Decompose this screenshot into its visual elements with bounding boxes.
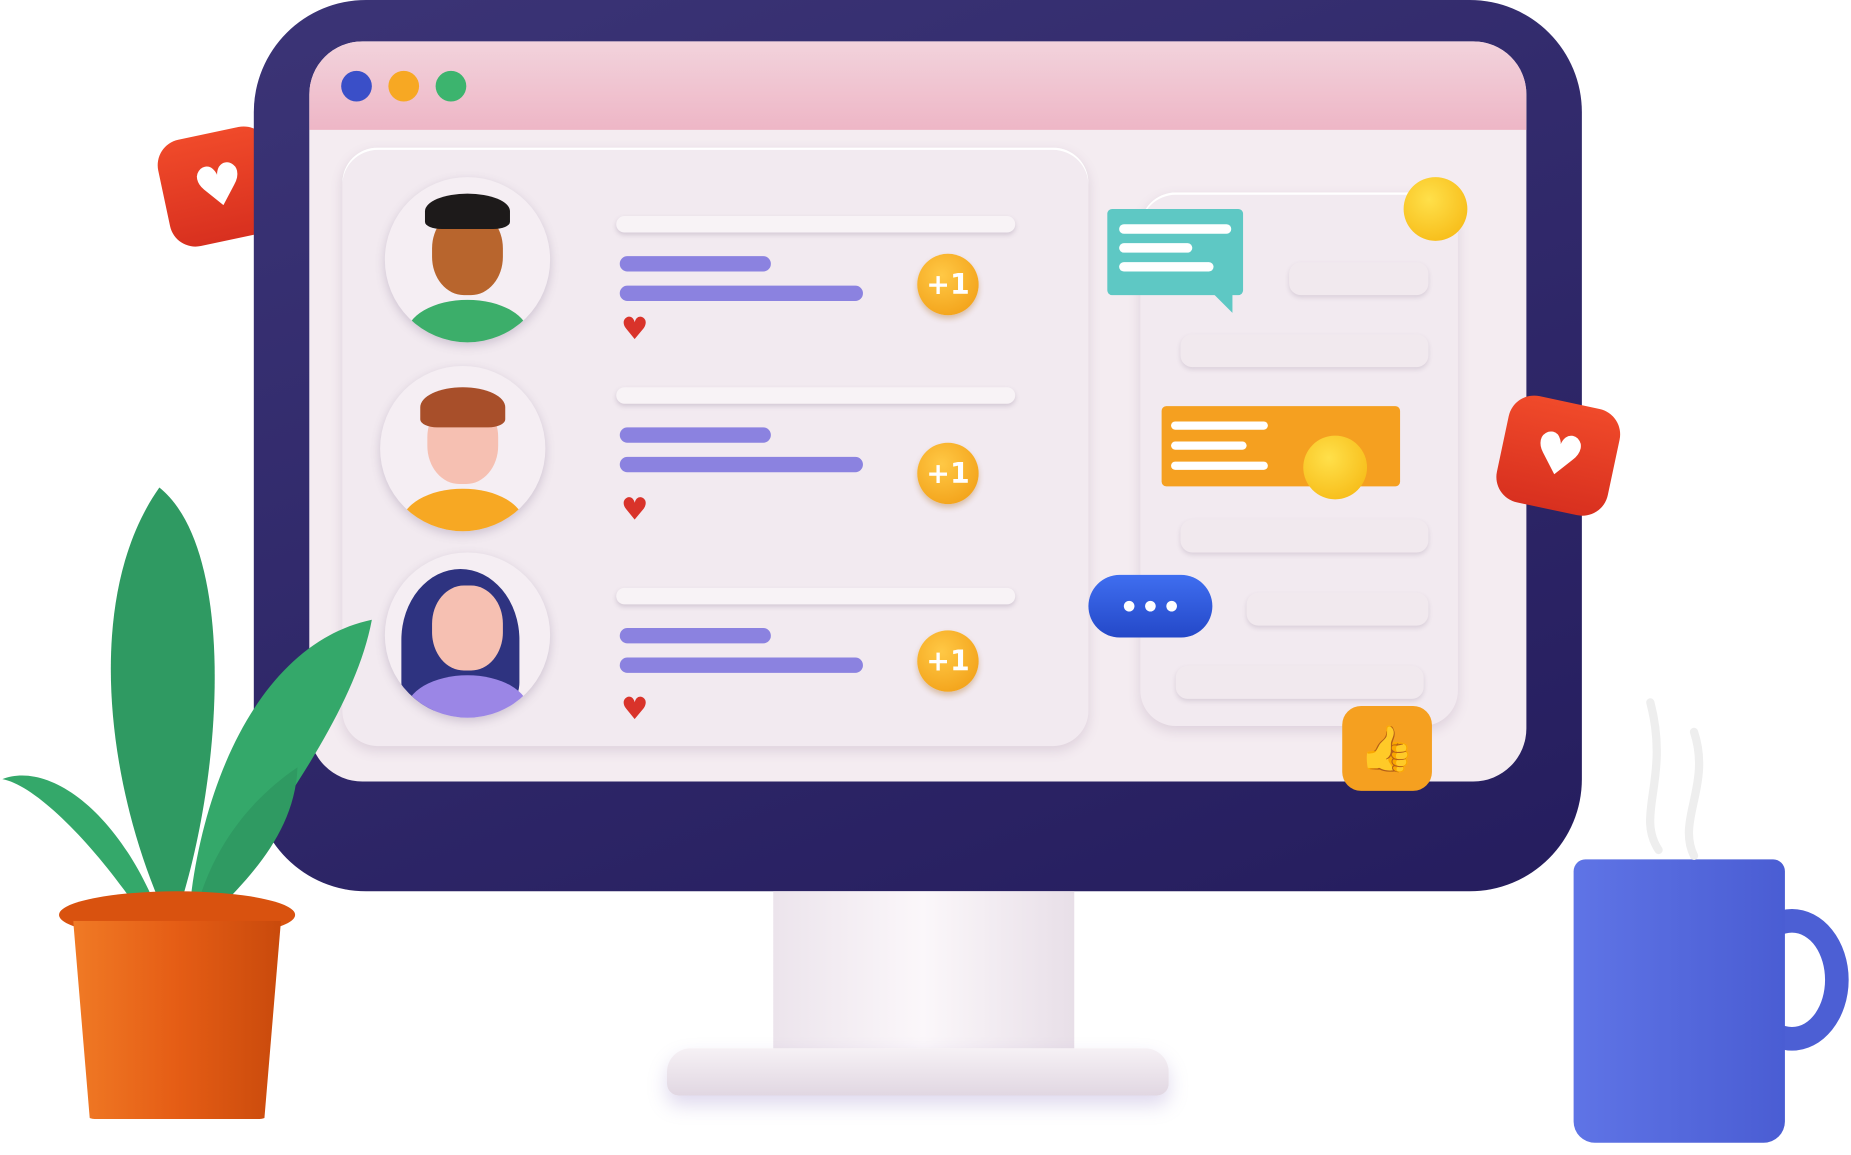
- plus-one-badge[interactable]: +1: [917, 253, 979, 316]
- plus-one-badge[interactable]: +1: [917, 630, 979, 692]
- text-placeholder: [619, 456, 863, 473]
- heart-icon[interactable]: ♥: [621, 694, 649, 725]
- avatar[interactable]: [384, 552, 551, 718]
- plant-leaves: [2, 487, 372, 915]
- avatar[interactable]: [380, 365, 546, 532]
- text-placeholder: [619, 256, 771, 272]
- window-dot-orange[interactable]: [388, 70, 420, 102]
- text-placeholder: [616, 587, 1016, 605]
- avatar[interactable]: [384, 177, 551, 343]
- chat-message-placeholder: [1180, 334, 1429, 368]
- text-placeholder: [619, 628, 771, 644]
- window-dot-blue[interactable]: [341, 70, 372, 102]
- title-bar: [309, 41, 1527, 130]
- text-placeholder: [619, 427, 771, 443]
- chat-message-placeholder: [1289, 262, 1429, 296]
- smile-emoji-icon: [1403, 177, 1468, 241]
- plant-pot: [73, 920, 281, 1120]
- teal-chat-bubble: [1107, 208, 1244, 313]
- typing-bubble: [1088, 574, 1213, 638]
- chat-message-placeholder: [1180, 519, 1429, 553]
- monitor-stand: [773, 891, 1075, 1057]
- text-placeholder: [616, 387, 1016, 404]
- chat-message-placeholder: [1246, 592, 1429, 626]
- monitor-base: [666, 1048, 1169, 1096]
- steam-icon: [1646, 698, 1704, 860]
- text-placeholder: [616, 216, 1016, 233]
- text-placeholder: [619, 285, 863, 302]
- thumbs-up-icon: 👍: [1342, 705, 1432, 791]
- heart-notification-icon: ♥: [1491, 390, 1625, 521]
- coffee-mug: [1573, 859, 1785, 1143]
- heart-eyes-emoji-icon: [1303, 435, 1368, 500]
- heart-icon[interactable]: ♥: [621, 495, 649, 526]
- plus-one-badge[interactable]: +1: [917, 442, 979, 505]
- chat-message-placeholder: [1175, 665, 1424, 699]
- heart-icon[interactable]: ♥: [621, 314, 649, 345]
- text-placeholder: [619, 657, 863, 673]
- window-dot-green[interactable]: [435, 70, 467, 102]
